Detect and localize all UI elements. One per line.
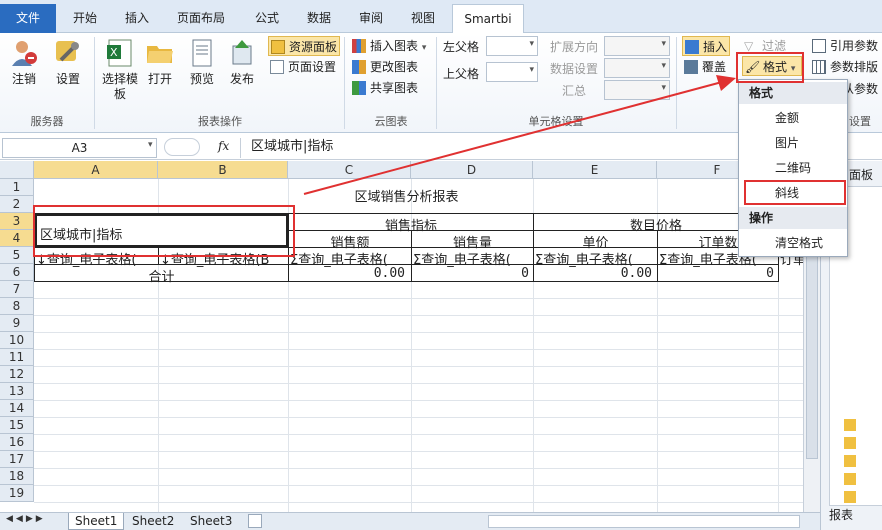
annotation-arrow-icon (303, 75, 736, 195)
